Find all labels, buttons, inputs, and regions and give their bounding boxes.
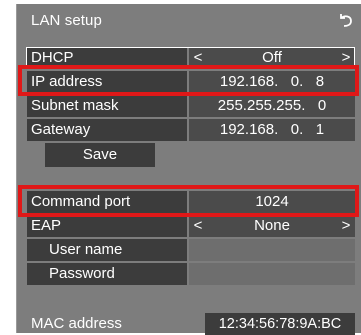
return-arrow-icon[interactable] (337, 12, 355, 28)
chevron-right-icon[interactable]: > (339, 215, 353, 237)
subnet-mask-label: Subnet mask (27, 95, 187, 117)
password-value[interactable] (189, 263, 355, 285)
user-name-label: User name (27, 239, 187, 261)
dhcp-row[interactable]: DHCP < Off > (27, 47, 355, 69)
user-name-row[interactable]: User name (27, 239, 355, 261)
chevron-left-icon[interactable]: < (191, 215, 205, 237)
gateway-value[interactable]: 192.168. 0. 1 (189, 119, 355, 141)
ip-address-value[interactable]: 192.168. 0. 8 (189, 71, 355, 93)
dhcp-selector[interactable]: < Off > (189, 47, 355, 69)
user-name-value[interactable] (189, 239, 355, 261)
dhcp-value: Off (262, 49, 282, 66)
command-port-value[interactable]: 1024 (189, 191, 355, 213)
gateway-label: Gateway (27, 119, 187, 141)
command-port-row[interactable]: Command port 1024 (27, 191, 355, 213)
mac-address-value: 12:34:56:78:9A:BC (205, 313, 355, 335)
password-row[interactable]: Password (27, 263, 355, 285)
subnet-mask-row[interactable]: Subnet mask 255.255.255. 0 (27, 95, 355, 117)
lan-setup-panel: LAN setup DHCP < Off > IP address 192.16… (16, 4, 361, 335)
chevron-right-icon[interactable]: > (339, 47, 353, 69)
mac-address-label: MAC address (31, 315, 122, 332)
eap-selector[interactable]: < None > (189, 215, 355, 237)
subnet-mask-value[interactable]: 255.255.255. 0 (189, 95, 355, 117)
command-port-label: Command port (27, 191, 187, 213)
password-label: Password (27, 263, 187, 285)
eap-label: EAP (27, 215, 187, 237)
eap-row[interactable]: EAP < None > (27, 215, 355, 237)
ip-address-row[interactable]: IP address 192.168. 0. 8 (27, 71, 355, 93)
chevron-left-icon[interactable]: < (191, 47, 205, 69)
ip-address-label: IP address (27, 71, 187, 93)
page-title: LAN setup (31, 12, 102, 29)
eap-value: None (254, 217, 290, 234)
gateway-row[interactable]: Gateway 192.168. 0. 1 (27, 119, 355, 141)
save-button[interactable]: Save (45, 143, 155, 167)
dhcp-label: DHCP (27, 47, 187, 69)
